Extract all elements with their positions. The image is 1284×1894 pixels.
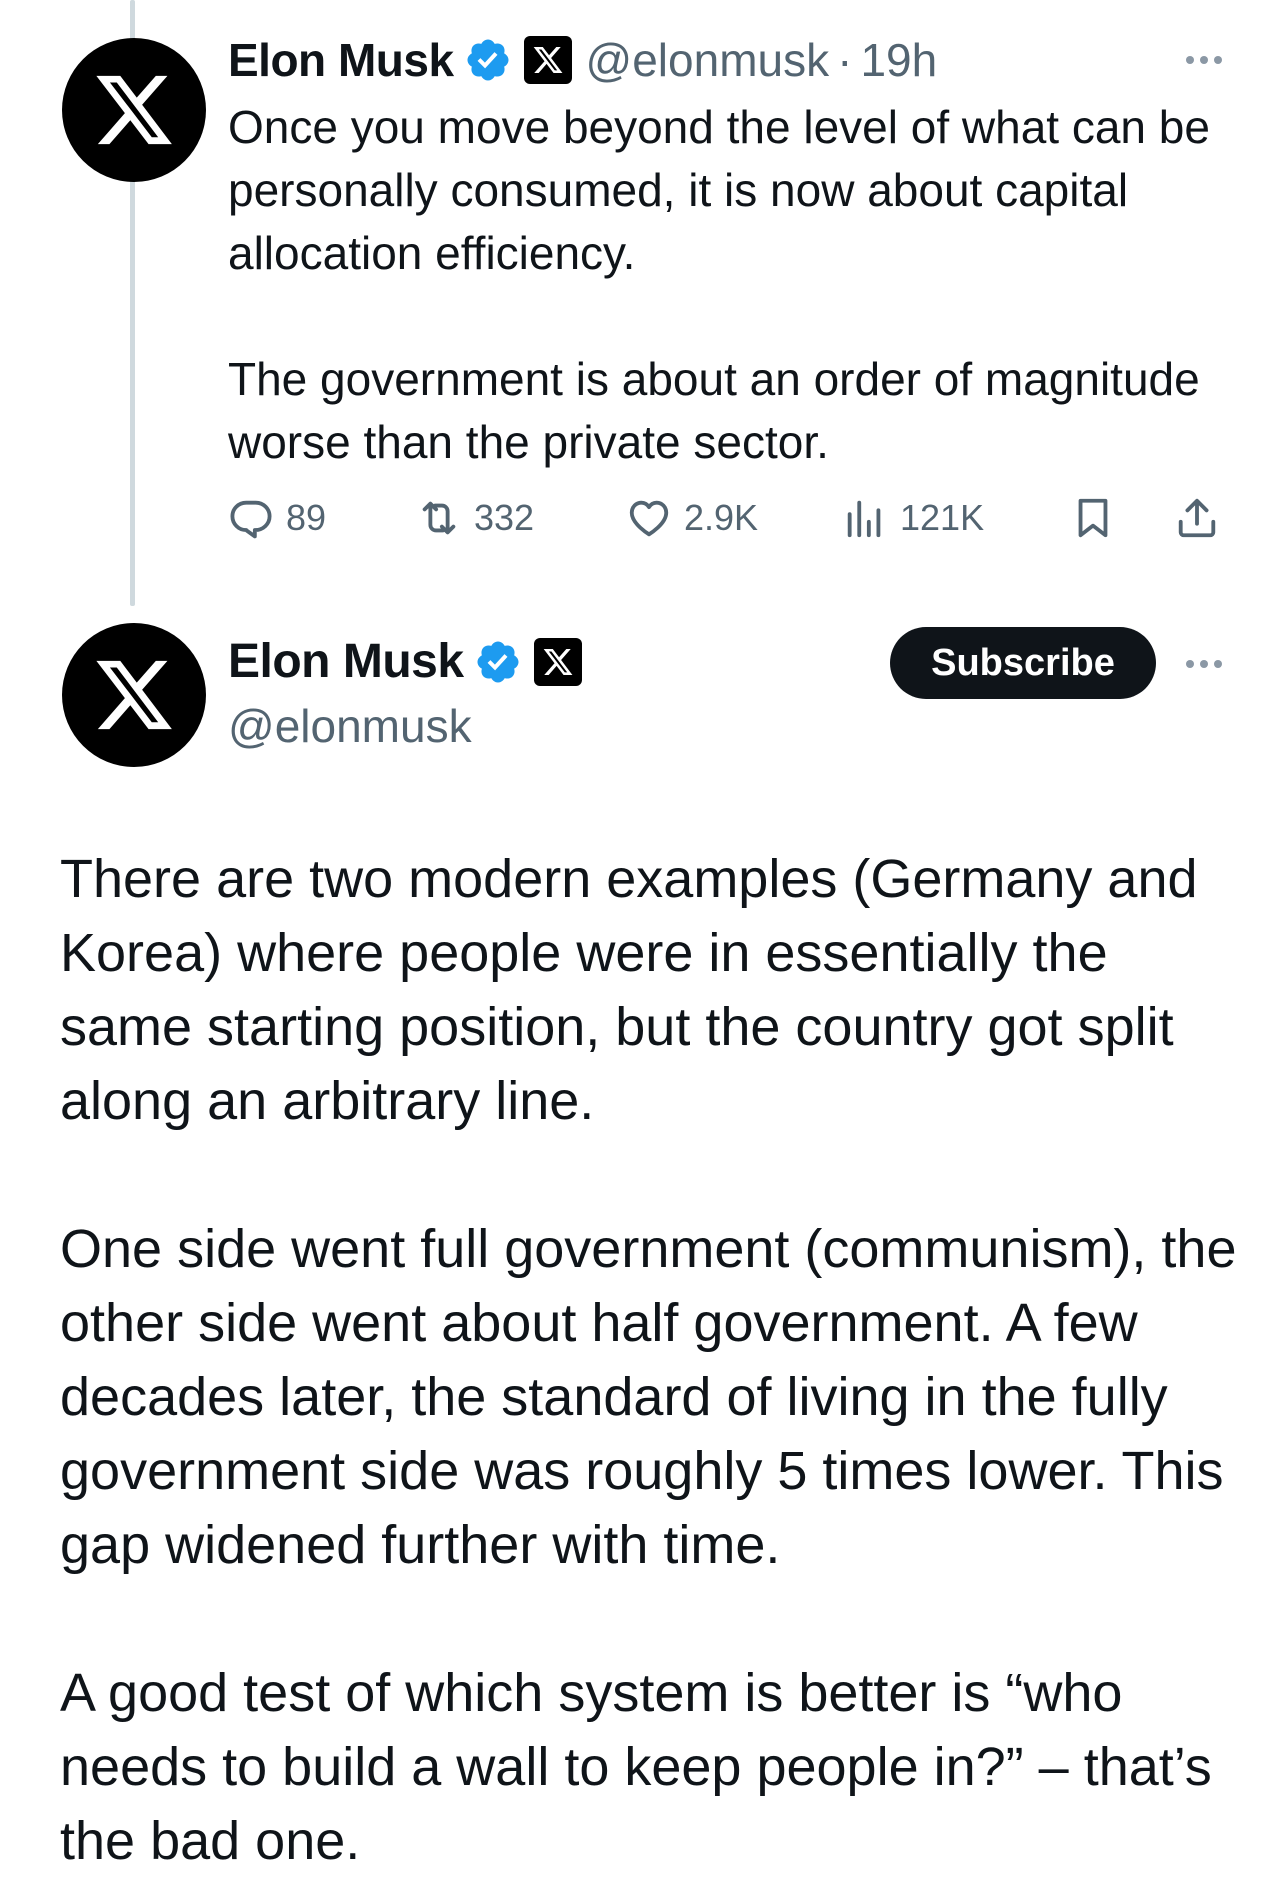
more-dots-icon[interactable] <box>1186 56 1222 64</box>
reply-icon <box>230 500 272 539</box>
main-tweet-text: There are two modern examples (Germany a… <box>60 842 1250 1878</box>
tweet-paragraph: One side went full government (communism… <box>60 1219 1237 1575</box>
subscribe-button[interactable]: Subscribe <box>890 627 1156 699</box>
author-handle[interactable]: @elonmusk <box>228 696 472 756</box>
x-logo-icon <box>96 660 172 730</box>
reply-count: 89 <box>286 497 327 538</box>
share-icon <box>1178 498 1216 538</box>
views-chart-icon <box>847 500 881 538</box>
bookmark-button[interactable] <box>1070 495 1174 541</box>
tweet-paragraph: Once you move beyond the level of what c… <box>228 101 1210 279</box>
repost-count: 332 <box>474 497 535 538</box>
repost-button[interactable]: 332 <box>416 495 626 541</box>
views-button[interactable]: 121K <box>842 495 1070 541</box>
tweet-paragraph: A good test of which system is better is… <box>60 1663 1212 1871</box>
verified-badge-icon[interactable] <box>474 638 522 686</box>
views-count: 121K <box>900 497 985 538</box>
tweet-timestamp[interactable]: 19h <box>860 30 937 90</box>
bookmark-icon <box>1078 498 1108 538</box>
author-name[interactable]: Elon Musk <box>228 30 454 90</box>
reply-tweet-header: Elon Musk @elonmusk · 19h <box>228 30 937 90</box>
main-tweet-header: Elon Musk <box>228 632 582 692</box>
tweet-action-bar: 89 332 2.9K 121K <box>228 488 1234 548</box>
verified-badge-icon[interactable] <box>464 36 512 84</box>
avatar[interactable] <box>62 623 206 767</box>
x-badge-icon <box>533 638 582 686</box>
x-logo-icon <box>96 75 172 145</box>
like-count: 2.9K <box>684 497 759 538</box>
tweet-thread-page: Elon Musk @elonmusk · 19h Once you move … <box>0 0 1284 1894</box>
author-name[interactable]: Elon Musk <box>228 632 464 692</box>
separator-dot: · <box>837 34 853 86</box>
more-dots-icon[interactable] <box>1186 660 1222 668</box>
heart-icon <box>629 500 669 537</box>
reply-tweet-text: Once you move beyond the level of what c… <box>228 96 1228 474</box>
repost-icon <box>422 501 456 535</box>
tweet-paragraph: The government is about an order of magn… <box>228 353 1200 468</box>
avatar[interactable] <box>62 38 206 182</box>
x-badge-icon <box>523 36 572 84</box>
like-button[interactable]: 2.9K <box>626 495 842 541</box>
tweet-paragraph: There are two modern examples (Germany a… <box>60 849 1198 1131</box>
share-button[interactable] <box>1174 495 1234 541</box>
reply-button[interactable]: 89 <box>228 495 416 541</box>
author-handle[interactable]: @elonmusk <box>586 30 830 90</box>
